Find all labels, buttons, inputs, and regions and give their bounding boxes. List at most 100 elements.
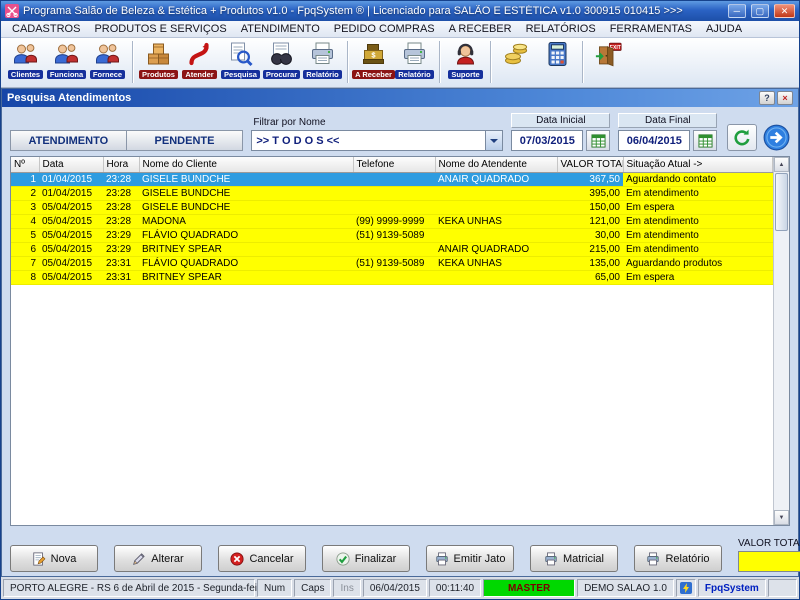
window-title: Programa Salão de Beleza & Estética + Pr… (23, 5, 722, 17)
date-end-input[interactable]: 06/04/2015 (618, 130, 690, 151)
table-row[interactable]: 101/04/201523:28GISELE BUNDCHEANAIR QUAD… (11, 172, 773, 186)
menu-cadastros[interactable]: CADASTROS (5, 22, 87, 36)
status-caps: Caps (294, 579, 331, 597)
toolbar-funcionarios-button[interactable]: Funciona (46, 39, 87, 79)
tab-pendente[interactable]: PENDENTE (127, 130, 244, 151)
tab-atendimento[interactable]: ATENDIMENTO (10, 130, 127, 151)
column-header-atendente[interactable]: Nome do Atendente (435, 157, 557, 172)
date-end-label: Data Final (618, 113, 717, 128)
cell-situacao: Em atendimento (623, 228, 773, 242)
scroll-up-icon[interactable]: ▲ (774, 157, 789, 172)
date-start-calendar-button[interactable] (586, 130, 610, 151)
binoculars-icon (268, 41, 295, 70)
table-header-row: NºDataHoraNome do ClienteTelefoneNome do… (11, 157, 773, 172)
menu-ajuda[interactable]: AJUDA (699, 22, 749, 36)
table-row[interactable]: 805/04/201523:31BRITNEY SPEAR65,00Em esp… (11, 270, 773, 284)
toolbar-procurar-button[interactable]: Procurar (261, 39, 302, 79)
maximize-button[interactable]: ▢ (751, 4, 769, 18)
cell-cliente: FLÁVIO QUADRADO (139, 256, 353, 270)
dialog-help-button[interactable]: ? (759, 91, 775, 105)
titlebar: Programa Salão de Beleza & Estética + Pr… (1, 1, 799, 21)
toolbar-moedas-button[interactable] (496, 39, 537, 70)
toolbar-relatorio-receber-button[interactable]: Relatório (394, 39, 435, 79)
cell-valor: 30,00 (557, 228, 623, 242)
finalizar-button[interactable]: Finalizar (322, 545, 410, 572)
menu-pedido-compras[interactable]: PEDIDO COMPRAS (327, 22, 442, 36)
toolbar-fornecedores-button[interactable]: Fornece (87, 39, 128, 79)
toolbar-a-receber-label: A Receber (352, 70, 395, 79)
table-row[interactable]: 405/04/201523:28MADONA(99) 9999-9999KEKA… (11, 214, 773, 228)
relatorio-button[interactable]: Relatório (634, 545, 722, 572)
dialog-titlebar: Pesquisa Atendimentos ? × (2, 89, 798, 107)
toolbar-separator (439, 41, 441, 83)
table-row[interactable]: 305/04/201523:28GISELE BUNDCHE150,00Em e… (11, 200, 773, 214)
menu-ferramentas[interactable]: FERRAMENTAS (603, 22, 699, 36)
alterar-button[interactable]: Alterar (114, 545, 202, 572)
date-start-input[interactable]: 07/03/2015 (511, 130, 583, 151)
dialog-body: ATENDIMENTO PENDENTE Filtrar por Nome >>… (2, 107, 798, 576)
matricial-label: Matricial (563, 553, 604, 565)
dialog-title: Pesquisa Atendimentos (7, 92, 757, 104)
table-row[interactable]: 705/04/201523:31FLÁVIO QUADRADO(51) 9139… (11, 256, 773, 270)
people-icon (94, 41, 121, 70)
cell-telefone (353, 200, 435, 214)
column-header-valor[interactable]: VALOR TOTAL (557, 157, 623, 172)
toolbar-separator (347, 41, 349, 83)
cell-hora: 23:29 (103, 228, 139, 242)
column-header-situacao[interactable]: Situação Atual -> (623, 157, 773, 172)
column-header-n[interactable]: Nº (11, 157, 39, 172)
alterar-label: Alterar (151, 553, 183, 565)
nova-button[interactable]: Nova (10, 545, 98, 572)
date-end-calendar-button[interactable] (693, 130, 717, 151)
toolbar-produtos-label: Produtos (139, 70, 178, 79)
matricial-button[interactable]: Matricial (530, 545, 618, 572)
vertical-scrollbar[interactable]: ▲ ▼ (773, 157, 789, 525)
minimize-button[interactable]: ─ (728, 4, 746, 18)
toolbar-fornecedores-label: Fornece (90, 70, 125, 79)
column-header-data[interactable]: Data (39, 157, 103, 172)
cancelar-button[interactable]: Cancelar (218, 545, 306, 572)
cell-hora: 23:31 (103, 256, 139, 270)
cell-atendente: ANAIR QUADRADO (435, 242, 557, 256)
arrow-right-icon (763, 124, 790, 151)
toolbar-clientes-button[interactable]: Clientes (5, 39, 46, 79)
scroll-down-icon[interactable]: ▼ (774, 510, 789, 525)
cell-cliente: GISELE BUNDCHE (139, 186, 353, 200)
toolbar-sair-button[interactable]: EXIT (588, 39, 629, 70)
chevron-down-icon[interactable] (485, 131, 502, 150)
cell-cliente: GISELE BUNDCHE (139, 200, 353, 214)
cell-data: 05/04/2015 (39, 256, 103, 270)
go-button[interactable] (763, 124, 790, 151)
valor-total-field: 1.478,50 (738, 551, 800, 572)
menu-atendimento[interactable]: ATENDIMENTO (234, 22, 327, 36)
column-header-cliente[interactable]: Nome do Cliente (139, 157, 353, 172)
toolbar-clientes-label: Clientes (8, 70, 43, 79)
cell-valor: 121,00 (557, 214, 623, 228)
toolbar-atender-button[interactable]: Atender (179, 39, 220, 79)
toolbar-suporte-button[interactable]: Suporte (445, 39, 486, 79)
column-header-telefone[interactable]: Telefone (353, 157, 435, 172)
date-start-group: Data Inicial 07/03/2015 (511, 113, 610, 151)
toolbar-calculadora-button[interactable] (537, 39, 578, 70)
refresh-button[interactable] (727, 124, 757, 151)
toolbar-pesquisa-button[interactable]: Pesquisa (220, 39, 261, 79)
name-filter-combobox[interactable]: >> T O D O S << (251, 130, 503, 151)
scrollbar-thumb[interactable] (775, 173, 788, 231)
toolbar-produtos-button[interactable]: Produtos (138, 39, 179, 79)
emitir-jato-button[interactable]: Emitir Jato (426, 545, 514, 572)
table-row[interactable]: 505/04/201523:29FLÁVIO QUADRADO(51) 9139… (11, 228, 773, 242)
dialog-close-button[interactable]: × (777, 91, 793, 105)
table-row[interactable]: 201/04/201523:28GISELE BUNDCHE395,00Em a… (11, 186, 773, 200)
toolbar-relatorio-atendimento-button[interactable]: Relatório (302, 39, 343, 79)
cell-n: 5 (11, 228, 39, 242)
printer-sm-icon (435, 552, 449, 566)
cell-hora: 23:29 (103, 242, 139, 256)
menu-relatorios[interactable]: RELATÓRIOS (519, 22, 603, 36)
menu-produtos-e-servicos[interactable]: PRODUTOS E SERVIÇOS (87, 22, 233, 36)
menu-a-receber[interactable]: A RECEBER (442, 22, 519, 36)
window-controls: ─ ▢ ✕ (726, 4, 795, 18)
toolbar-a-receber-button[interactable]: $A Receber (353, 39, 394, 79)
table-row[interactable]: 605/04/201523:29BRITNEY SPEARANAIR QUADR… (11, 242, 773, 256)
column-header-hora[interactable]: Hora (103, 157, 139, 172)
close-button[interactable]: ✕ (774, 4, 795, 18)
